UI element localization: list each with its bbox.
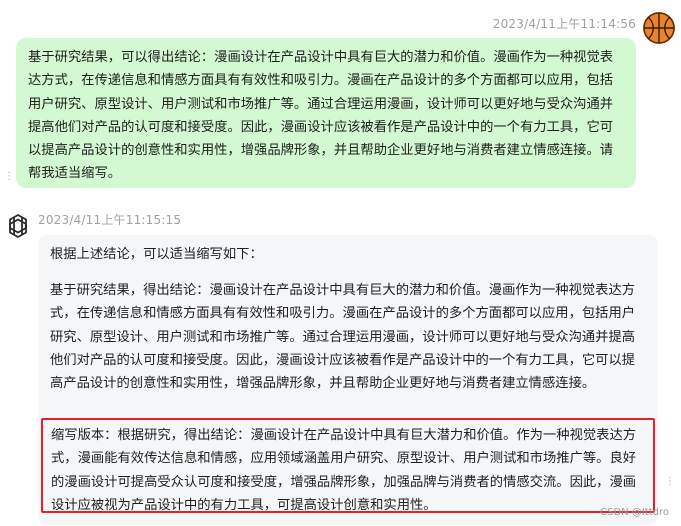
assistant-paragraph-text: 基于研究结果，得出结论：漫画设计在产品设计中具有巨大的潜力和价值。漫画作为一种视… — [50, 283, 636, 392]
user-message-text: 基于研究结果，可以得出结论：漫画设计在产品设计中具有巨大的潜力和价值。漫画作为一… — [28, 50, 614, 182]
watermark: CSDN @Ittdro — [600, 507, 669, 518]
short-version-text: 缩写版本：根据研究，得出结论：漫画设计在产品设计中具有巨大潜力和价值。作为一种视… — [51, 428, 637, 513]
user-message-timestamp: 2023/4/11上午11:14:56 — [492, 17, 636, 31]
chat-page: 2023/4/11上午11:14:56 基于研究结果，可以得出结论：漫画设计在产… — [0, 0, 681, 526]
openai-logo-icon — [4, 212, 32, 240]
highlighted-short-version: 缩写版本：根据研究，得出结论：漫画设计在产品设计中具有巨大潜力和价值。作为一种视… — [41, 418, 655, 513]
assistant-intro-text: 根据上述结论，可以适当缩写如下： — [50, 247, 263, 262]
user-message-bubble: 基于研究结果，可以得出结论：漫画设计在产品设计中具有巨大的潜力和价值。漫画作为一… — [16, 38, 636, 188]
more-vertical-icon[interactable]: ⋮ — [4, 172, 14, 182]
more-vertical-icon[interactable]: ⋮ — [665, 477, 675, 487]
assistant-message-timestamp: 2023/4/11上午11:15:15 — [38, 213, 182, 227]
basketball-icon — [643, 12, 675, 44]
assistant-message-bubble: 根据上述结论，可以适当缩写如下： 基于研究结果，得出结论：漫画设计在产品设计中具… — [38, 235, 658, 525]
